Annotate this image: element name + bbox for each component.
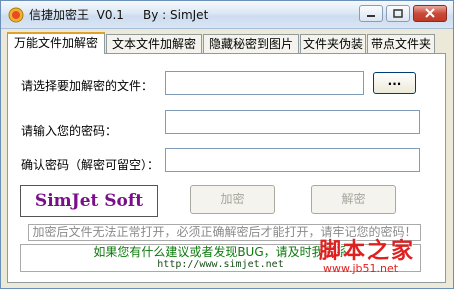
close-icon: [425, 8, 435, 18]
tab-folder-disguise[interactable]: 文件夹伪装: [300, 34, 366, 53]
title-bar[interactable]: 信捷加密王 V0.1 By : SimJet: [1, 1, 453, 29]
watermark-title: 脚本之家: [319, 239, 416, 264]
app-icon: [8, 7, 24, 23]
browse-button[interactable]: ...: [373, 72, 416, 94]
maximize-icon: [393, 9, 403, 18]
file-path-input[interactable]: [165, 71, 364, 95]
app-window: 信捷加密王 V0.1 By : SimJet 万能文件加解密 文本文件加解密 隐…: [0, 0, 454, 289]
tab-dot-folder[interactable]: 带点文件夹: [367, 34, 435, 53]
confirm-password-input[interactable]: [165, 148, 420, 172]
password-label: 请输入您的密码：: [21, 124, 118, 138]
encrypt-button[interactable]: 加密: [190, 185, 275, 214]
close-button[interactable]: [413, 5, 447, 22]
confirm-password-label: 确认密码（解密可留空）：: [21, 158, 160, 172]
watermark-url: www.jb51.net: [323, 262, 399, 275]
password-input[interactable]: [165, 110, 420, 134]
watermark: 脚本之家 www.jb51.net: [319, 233, 444, 279]
minimize-icon: [367, 15, 375, 17]
maximize-button[interactable]: [386, 5, 410, 22]
tab-universal-file[interactable]: 万能文件加解密: [7, 32, 105, 54]
simjet-logo: SimJet Soft: [20, 185, 158, 217]
decrypt-button[interactable]: 解密: [311, 185, 396, 214]
window-title: 信捷加密王 V0.1 By : SimJet: [29, 8, 209, 22]
tab-text-file[interactable]: 文本文件加解密: [106, 34, 202, 53]
tab-hide-in-image[interactable]: 隐藏秘密到图片: [203, 34, 299, 53]
minimize-button[interactable]: [359, 5, 383, 22]
file-label: 请选择要加解密的文件：: [21, 79, 154, 93]
